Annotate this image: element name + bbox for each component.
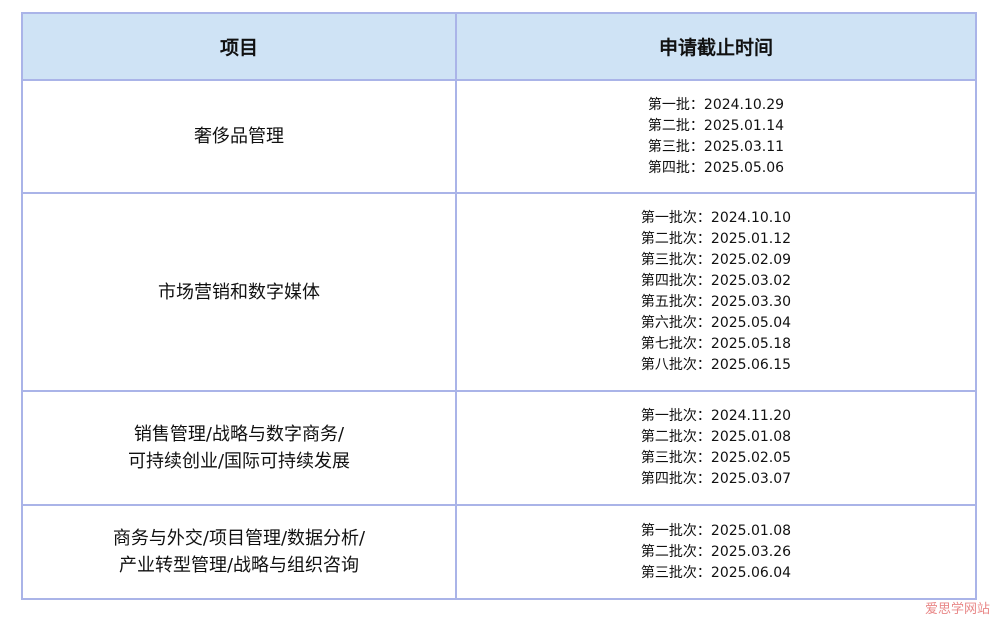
deadline-entry: 第二批次：2025.01.08 [640,429,792,445]
table-row: 商务与外交/项目管理/数据分析/ 产业转型管理/战略与组织咨询 第一批次：202… [21,504,977,600]
table-row: 奢侈品管理 第一批：2024.10.29 第二批：2025.01.14 第三批：… [21,79,977,194]
project-name: 商务与外交/项目管理/数据分析/ [112,528,366,549]
dates-cell: 第一批次：2024.11.20 第二批次：2025.01.08 第三批次：202… [455,390,977,506]
project-cell: 市场营销和数字媒体 [21,192,457,392]
deadline-entry: 第三批次：2025.02.05 [640,450,792,466]
deadline-entry: 第一批次：2024.10.10 [640,210,792,226]
deadline-entry: 第二批次：2025.01.12 [640,231,792,247]
table-header-row: 项目 申请截止时间 [21,12,977,81]
project-cell: 商务与外交/项目管理/数据分析/ 产业转型管理/战略与组织咨询 [21,504,457,600]
dates-cell: 第一批次：2024.10.10 第二批次：2025.01.12 第三批次：202… [455,192,977,392]
project-name: 销售管理/战略与数字商务/ [133,424,345,445]
deadline-entry: 第八批次：2025.06.15 [640,357,792,373]
deadline-entry: 第三批：2025.03.11 [647,138,785,155]
deadline-entry: 第三批次：2025.02.09 [640,252,792,268]
deadline-table: 项目 申请截止时间 奢侈品管理 第一批：2024.10.29 第二批：2025.… [21,12,977,600]
deadline-entry: 第二批次：2025.03.26 [640,543,792,560]
project-name: 奢侈品管理 [194,126,284,147]
dates-cell: 第一批次：2025.01.08 第二批次：2025.03.26 第三批次：202… [455,504,977,600]
table-row: 市场营销和数字媒体 第一批次：2024.10.10 第二批次：2025.01.1… [21,192,977,392]
deadline-entry: 第一批：2024.10.29 [647,96,785,113]
page: 项目 申请截止时间 奢侈品管理 第一批：2024.10.29 第二批：2025.… [0,0,996,620]
deadline-entry: 第五批次：2025.03.30 [640,294,792,310]
deadline-entry: 第四批次：2025.03.02 [640,273,792,289]
project-cell: 奢侈品管理 [21,79,457,194]
deadline-entry: 第一批次：2025.01.08 [640,522,792,539]
project-cell: 销售管理/战略与数字商务/ 可持续创业/国际可持续发展 [21,390,457,506]
deadline-entry: 第七批次：2025.05.18 [640,336,792,352]
deadline-entry: 第四批：2025.05.06 [647,159,785,176]
project-name: 市场营销和数字媒体 [158,281,320,303]
deadline-entry: 第一批次：2024.11.20 [640,408,792,424]
project-name: 可持续创业/国际可持续发展 [127,451,351,472]
header-project: 项目 [21,12,457,81]
deadline-entry: 第六批次：2025.05.04 [640,315,792,331]
deadline-entry: 第二批：2025.01.14 [647,117,785,134]
deadline-entry: 第四批次：2025.03.07 [640,471,792,487]
header-deadline: 申请截止时间 [455,12,977,81]
project-name: 产业转型管理/战略与组织咨询 [118,555,360,576]
table-row: 销售管理/战略与数字商务/ 可持续创业/国际可持续发展 第一批次：2024.11… [21,390,977,506]
dates-cell: 第一批：2024.10.29 第二批：2025.01.14 第三批：2025.0… [455,79,977,194]
site-watermark: 爱思学网站 [924,602,990,617]
deadline-entry: 第三批次：2025.06.04 [640,564,792,581]
